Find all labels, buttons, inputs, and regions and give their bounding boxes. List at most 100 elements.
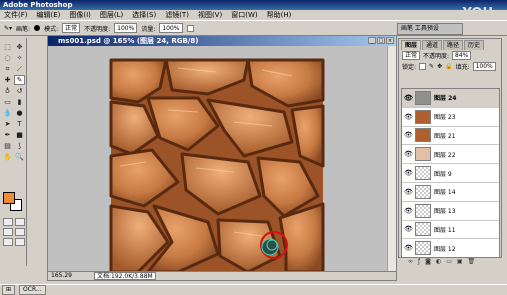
lock-position-icon[interactable]: ✥	[437, 63, 442, 70]
trash-icon[interactable]: 🗑	[468, 258, 476, 266]
document-info[interactable]: 文档:192.0K/3.88M	[94, 272, 156, 280]
layer-row[interactable]: 👁 图层 21	[402, 127, 499, 146]
minimize-button[interactable]: _	[368, 37, 376, 44]
jump-to-imageready-button[interactable]	[15, 238, 25, 246]
lock-label: 锁定:	[402, 64, 417, 71]
eraser-tool-icon[interactable]: ▭	[2, 97, 13, 107]
taskbar-item[interactable]: OCR...	[19, 285, 46, 295]
mode-label: 模式:	[44, 25, 59, 33]
tab-layers[interactable]: 图层	[401, 40, 422, 50]
canvas-area[interactable]	[48, 46, 388, 272]
layer-name: 图层 12	[434, 245, 456, 253]
layer-opacity-input[interactable]: 84%	[452, 51, 472, 60]
menu-select[interactable]: 选择(S)	[132, 10, 156, 20]
tab-history[interactable]: 历史	[464, 40, 485, 50]
screen-mode-3-button[interactable]	[3, 238, 13, 246]
link-layers-icon[interactable]: ∞	[408, 258, 413, 266]
layer-thumbnail	[415, 222, 431, 237]
close-button[interactable]: ×	[386, 37, 394, 44]
move-tool-icon[interactable]: ✥	[14, 42, 25, 52]
eye-icon[interactable]: 👁	[404, 150, 413, 158]
new-group-icon[interactable]: ▭	[446, 258, 452, 266]
menu-layer[interactable]: 图层(L)	[100, 10, 123, 20]
history-brush-icon[interactable]: ↺	[14, 86, 25, 96]
eye-icon[interactable]: 👁	[404, 113, 413, 121]
eye-icon[interactable]: 👁	[404, 244, 413, 252]
magic-wand-tool-icon[interactable]: ✧	[14, 53, 25, 63]
layer-mask-icon[interactable]: ◙	[425, 258, 431, 266]
vertical-scrollbar[interactable]	[387, 46, 396, 272]
eye-icon[interactable]: 👁	[404, 188, 413, 196]
maximize-button[interactable]: □	[377, 37, 385, 44]
menu-file[interactable]: 文件(F)	[4, 10, 28, 20]
lock-transparency-toggle[interactable]	[419, 63, 427, 70]
stamp-tool-icon[interactable]: ♁	[2, 86, 13, 96]
eye-icon[interactable]: 👁	[404, 94, 413, 102]
marquee-tool-icon[interactable]: ⬚	[2, 42, 13, 52]
new-layer-icon[interactable]: ▣	[457, 258, 463, 266]
menu-help[interactable]: 帮助(H)	[267, 10, 292, 20]
path-select-icon[interactable]: ➤	[2, 119, 13, 129]
lock-pixels-icon[interactable]: ✎	[429, 63, 434, 70]
menu-window[interactable]: 窗口(W)	[231, 10, 257, 20]
layer-row[interactable]: 👁 图层 12	[402, 239, 499, 257]
shape-tool-icon[interactable]: ■	[14, 130, 25, 140]
flow-label: 流量:	[141, 25, 156, 33]
mode-select[interactable]: 正常	[62, 23, 81, 33]
layer-thumbnail	[415, 166, 431, 181]
lasso-tool-icon[interactable]: ◌	[2, 53, 13, 63]
hand-tool-icon[interactable]: ✋	[2, 152, 13, 162]
pen-tool-icon[interactable]: ✒	[2, 130, 13, 140]
quickmask-mode-button[interactable]	[15, 218, 25, 226]
notes-tool-icon[interactable]: ▤	[2, 141, 13, 151]
brush-label: 画笔:	[16, 25, 31, 33]
type-tool-icon[interactable]: T	[14, 119, 25, 129]
blur-tool-icon[interactable]: 💧	[2, 108, 13, 118]
layer-row[interactable]: 👁 图层 24	[402, 89, 499, 108]
layer-style-icon[interactable]: ƒ	[418, 258, 420, 266]
standard-mode-button[interactable]	[3, 218, 13, 226]
layer-row[interactable]: 👁 图层 11	[402, 221, 499, 240]
brush-tool-icon[interactable]: ✎▾	[4, 25, 12, 32]
lock-all-icon[interactable]: 🔒	[445, 63, 452, 70]
layer-name: 图层 14	[434, 189, 456, 197]
tool-presets-tab[interactable]: 画笔 工具预设	[397, 23, 463, 35]
opacity-input[interactable]: 100%	[114, 23, 138, 33]
tab-paths[interactable]: 路径	[443, 40, 464, 50]
eye-icon[interactable]: 👁	[404, 169, 413, 177]
menu-view[interactable]: 视图(V)	[198, 10, 222, 20]
layer-row[interactable]: 👁 图层 9	[402, 164, 499, 183]
healing-tool-icon[interactable]: ✚	[2, 75, 13, 85]
layer-row[interactable]: 👁 图层 13	[402, 202, 499, 221]
tab-channels[interactable]: 通道	[422, 40, 443, 50]
eyedropper-tool-icon[interactable]: ⟆	[14, 141, 25, 151]
foreground-color-swatch[interactable]	[3, 192, 15, 204]
crop-tool-icon[interactable]: ⌗	[2, 64, 13, 74]
flow-input[interactable]: 100%	[159, 23, 183, 33]
painting-canvas[interactable]	[48, 46, 388, 272]
menu-image[interactable]: 图像(I)	[69, 10, 91, 20]
airbrush-toggle[interactable]	[186, 24, 194, 32]
layer-row[interactable]: 👁 图层 14	[402, 183, 499, 202]
screen-mode-2-button[interactable]	[15, 228, 25, 236]
menu-edit[interactable]: 编辑(E)	[37, 10, 61, 20]
dodge-tool-icon[interactable]: ●	[14, 108, 25, 118]
screen-mode-1-button[interactable]	[3, 228, 13, 236]
menu-filter[interactable]: 滤镜(T)	[165, 10, 189, 20]
zoom-tool-icon[interactable]: 🔍	[14, 152, 25, 162]
blend-mode-select[interactable]: 正常	[402, 51, 421, 60]
zoom-level[interactable]: 165.29	[51, 272, 72, 280]
layer-row[interactable]: 👁 图层 23	[402, 108, 499, 127]
adjustment-layer-icon[interactable]: ◐	[436, 258, 441, 266]
start-button[interactable]: ⊞	[2, 285, 16, 295]
brush-preset-picker[interactable]	[34, 25, 41, 31]
gradient-tool-icon[interactable]: ▮	[14, 97, 25, 107]
eye-icon[interactable]: 👁	[404, 207, 413, 215]
eye-icon[interactable]: 👁	[404, 131, 413, 139]
options-bar: ✎▾ 画笔: 模式: 正常 不透明度: 100% 流量: 100% 画笔 工具预…	[0, 20, 507, 36]
eye-icon[interactable]: 👁	[404, 225, 413, 233]
fill-input[interactable]: 100%	[472, 62, 496, 71]
brush-tool-icon-toolbox[interactable]: ✎	[14, 75, 25, 85]
layer-row[interactable]: 👁 图层 22	[402, 145, 499, 165]
slice-tool-icon[interactable]: ⟋	[14, 64, 25, 74]
